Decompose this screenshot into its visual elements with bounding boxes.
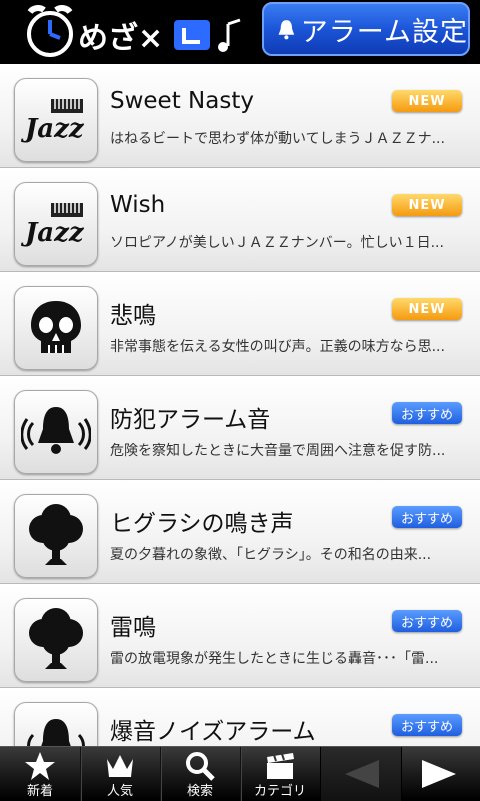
svg-text:Jazz: Jazz — [21, 114, 85, 144]
prev-page-button[interactable] — [320, 747, 402, 801]
new-badge: NEW — [392, 194, 462, 216]
item-description: 危険を察知したときに大音量で周囲へ注意を促す防... — [110, 443, 446, 459]
recommended-badge: おすすめ — [392, 714, 462, 736]
tab-search[interactable]: 検索 — [160, 747, 241, 801]
skull-icon — [14, 286, 98, 370]
recommended-badge: おすすめ — [392, 610, 462, 632]
item-description: 夏の夕暮れの象徴、「ヒグラシ」。その和名の由来... — [110, 547, 432, 563]
tree-icon — [14, 494, 98, 578]
recommended-badge: おすすめ — [392, 506, 462, 528]
item-title: 悲鳴 — [110, 303, 156, 329]
tab-label: 人気 — [106, 784, 133, 799]
alarm-clock-logo-icon: めざ × — [27, 5, 241, 57]
list-item[interactable]: Jazz Sweet Nasty はねるビートで思わず体が動いてしまうＪＡＺＺナ… — [0, 64, 480, 168]
star-icon — [25, 752, 55, 780]
item-description: ソロピアノが美しいＪＡＺＺナンバー。忙しい１日... — [110, 235, 444, 251]
recommended-badge: おすすめ — [392, 402, 462, 424]
alarm-settings-button[interactable]: アラーム設定 — [262, 2, 470, 56]
svg-text:めざ: めざ — [78, 21, 138, 56]
list-item[interactable]: 悲鳴 非常事態を伝える女性の叫び声。正義の味方なら思... NEW — [0, 272, 480, 376]
svg-text:×: × — [138, 21, 163, 56]
crown-icon — [107, 755, 133, 777]
new-badge: NEW — [392, 90, 462, 112]
sound-list[interactable]: Jazz Sweet Nasty はねるビートで思わず体が動いてしまうＪＡＺＺナ… — [0, 64, 480, 746]
bell-icon — [278, 20, 295, 40]
alarm-bell-icon — [14, 390, 98, 474]
bottom-tab-bar: 新着 人気 検索 カテゴリ — [0, 746, 480, 801]
alarm-bell-icon — [14, 702, 98, 746]
item-title: 雷鳴 — [110, 615, 156, 641]
list-item[interactable]: Jazz Wish ソロピアノが美しいＪＡＺＺナンバー。忙しい１日... NEW — [0, 168, 480, 272]
new-badge: NEW — [392, 298, 462, 320]
tab-category[interactable]: カテゴリ — [240, 747, 321, 801]
list-item[interactable]: 雷鳴 雷の放電現象が発生したときに生じる轟音･･･「雷... おすすめ — [0, 584, 480, 688]
tab-label: 新着 — [26, 784, 53, 799]
app-header: めざ × アラーム設定 — [0, 0, 480, 64]
tab-label: 検索 — [186, 784, 213, 799]
item-title: Wish — [110, 192, 166, 218]
list-item[interactable]: ヒグラシの鳴き声 夏の夕暮れの象徴、「ヒグラシ」。その和名の由来... おすすめ — [0, 480, 480, 584]
item-title: Sweet Nasty — [110, 88, 254, 114]
list-item[interactable]: 防犯アラーム音 危険を察知したときに大音量で周囲へ注意を促す防... おすすめ — [0, 376, 480, 480]
arrow-right-icon — [422, 760, 456, 788]
jazz-icon: Jazz — [14, 78, 98, 162]
list-item[interactable]: 爆音ノイズアラーム おすすめ — [0, 688, 480, 746]
item-description: はねるビートで思わず体が動いてしまうＪＡＺＺナ... — [110, 131, 445, 147]
tab-new[interactable]: 新着 — [0, 747, 81, 801]
tab-label: カテゴリ — [253, 784, 306, 799]
magnifier-icon — [186, 752, 215, 781]
alarm-settings-label: アラーム設定 — [300, 16, 468, 48]
next-page-button[interactable] — [400, 747, 480, 801]
clapperboard-icon — [267, 753, 294, 779]
tree-icon — [14, 598, 98, 682]
item-description: 非常事態を伝える女性の叫び声。正義の味方なら思... — [110, 339, 445, 355]
arrow-left-icon — [345, 760, 379, 788]
svg-text:Jazz: Jazz — [21, 218, 85, 248]
item-title: ヒグラシの鳴き声 — [110, 511, 294, 537]
jazz-icon: Jazz — [14, 182, 98, 266]
item-description: 雷の放電現象が発生したときに生じる轟音･･･「雷... — [110, 651, 439, 667]
item-title: 防犯アラーム音 — [110, 407, 271, 433]
tab-popular[interactable]: 人気 — [80, 747, 161, 801]
item-title: 爆音ノイズアラーム — [110, 719, 316, 745]
